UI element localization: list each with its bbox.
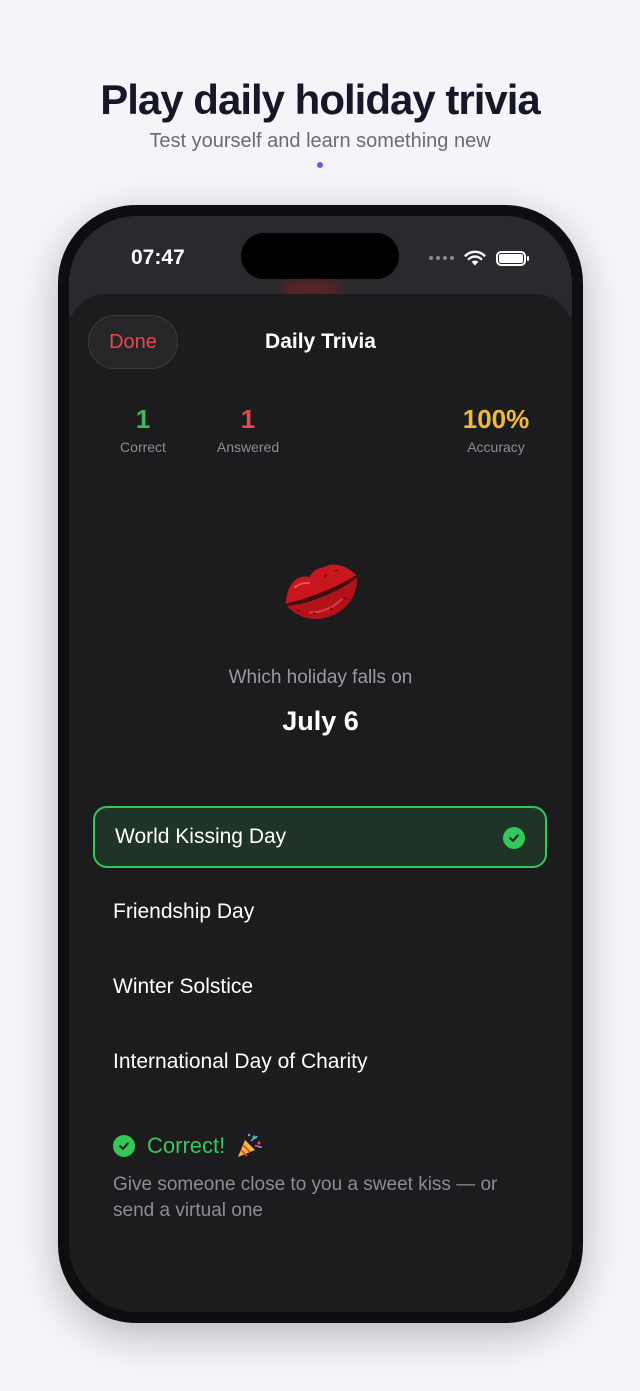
kiss-lips-icon [285, 564, 358, 619]
wifi-icon [464, 250, 486, 266]
phone-frame: 07:47 Done Daily Trivia 1 Correct 1 Answ… [58, 205, 583, 1323]
result-label: Correct! [147, 1133, 226, 1158]
promo-title: Play daily holiday trivia [100, 76, 541, 123]
stat-correct-label: Correct [120, 439, 166, 455]
dynamic-island [241, 233, 399, 279]
answer-option-label: Winter Solstice [113, 975, 254, 998]
answer-option-label: Friendship Day [113, 900, 255, 923]
answer-option-label: International Day of Charity [113, 1050, 368, 1073]
stat-accuracy: 100% Accuracy [441, 404, 551, 455]
status-icons [429, 250, 529, 266]
party-popper-icon [238, 1133, 263, 1157]
page-indicator-dot [317, 162, 323, 168]
stat-correct-value: 1 [135, 404, 151, 434]
answer-option-4[interactable]: International Day of Charity [93, 1031, 547, 1093]
stat-answered-value: 1 [240, 404, 256, 434]
answer-option-2[interactable]: Friendship Day [93, 881, 547, 943]
result-panel: Correct! Give someone close to you a swe… [113, 1132, 533, 1224]
phone-screen: 07:47 Done Daily Trivia 1 Correct 1 Answ… [69, 216, 572, 1312]
answer-option-3[interactable]: Winter Solstice [93, 956, 547, 1018]
stat-answered-label: Answered [216, 439, 280, 455]
question-prompt: Which holiday falls on [228, 667, 413, 688]
stat-accuracy-label: Accuracy [467, 439, 525, 455]
trivia-sheet: Done Daily Trivia 1 Correct 1 Answered 1… [69, 294, 572, 1312]
result-description: Give someone close to you a sweet kiss —… [113, 1174, 498, 1221]
signal-dots-icon [429, 256, 454, 260]
status-time: 07:47 [131, 246, 185, 269]
stat-accuracy-value: 100% [462, 404, 530, 434]
battery-icon [496, 250, 529, 266]
check-circle-icon [113, 1135, 135, 1157]
result-header: Correct! [113, 1132, 533, 1160]
stat-answered: 1 Answered [193, 404, 303, 455]
stat-correct: 1 Correct [88, 404, 198, 455]
answer-option-1[interactable]: World Kissing Day [93, 806, 547, 868]
sheet-title: Daily Trivia [265, 330, 376, 353]
answer-option-label: World Kissing Day [115, 825, 287, 848]
question-date: July 6 [282, 706, 359, 736]
check-circle-icon [503, 827, 525, 849]
promo-subtitle: Test yourself and learn something new [149, 130, 491, 152]
